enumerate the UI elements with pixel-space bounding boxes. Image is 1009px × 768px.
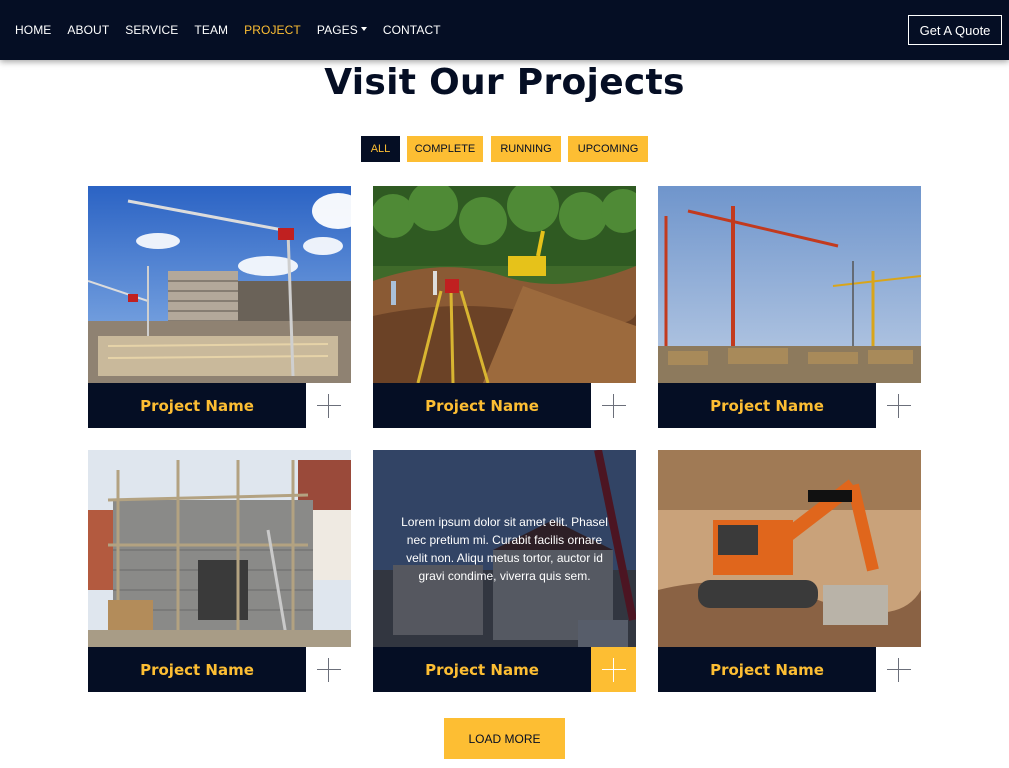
project-name: Project Name	[140, 396, 254, 415]
nav-link-project[interactable]: PROJECT	[244, 23, 301, 37]
nav-link-contact[interactable]: CONTACT	[383, 23, 441, 37]
load-more-button[interactable]: Load More	[444, 718, 565, 759]
project-image	[88, 186, 351, 383]
expand-button[interactable]	[591, 383, 636, 428]
nav-link-team[interactable]: TEAM	[194, 23, 228, 37]
project-card[interactable]: Project Name	[88, 186, 351, 428]
chevron-down-icon	[360, 26, 367, 31]
project-name: Project Name	[425, 396, 539, 415]
plus-icon	[316, 393, 341, 418]
expand-button[interactable]	[591, 647, 636, 692]
project-image: Lorem ipsum dolor sit amet elit. Phasel …	[373, 450, 636, 647]
section-title: Visit Our Projects	[324, 62, 685, 103]
project-description: Lorem ipsum dolor sit amet elit. Phasel …	[401, 514, 608, 583]
nav-link-pages[interactable]: PAGES	[317, 23, 367, 37]
project-name-bar: Project Name	[373, 383, 591, 428]
filter-running[interactable]: RUNNING	[491, 136, 561, 162]
project-image	[658, 186, 921, 383]
filter-upcoming[interactable]: UPCOMING	[568, 136, 648, 162]
plus-icon	[886, 657, 911, 682]
plus-icon	[601, 393, 626, 418]
get-quote-button[interactable]: Get A Quote	[908, 15, 1002, 45]
project-card[interactable]: Lorem ipsum dolor sit amet elit. Phasel …	[373, 450, 636, 692]
plus-icon	[601, 657, 626, 682]
project-image	[88, 450, 351, 647]
expand-button[interactable]	[306, 647, 351, 692]
project-card[interactable]: Project Name	[373, 186, 636, 428]
nav-link-pages-label: PAGES	[316, 23, 358, 37]
expand-button[interactable]	[876, 383, 921, 428]
project-name-bar: Project Name	[658, 383, 876, 428]
filter-complete[interactable]: COMPLETE	[407, 136, 483, 162]
navbar: HOME ABOUT SERVICE TEAM PROJECT PAGES CO…	[0, 0, 1009, 60]
project-card[interactable]: Project Name	[658, 450, 921, 692]
nav-link-about[interactable]: ABOUT	[67, 23, 109, 37]
nav-link-service[interactable]: SERVICE	[125, 23, 178, 37]
filter-all[interactable]: ALL	[361, 136, 400, 162]
nav-links: HOME ABOUT SERVICE TEAM PROJECT PAGES CO…	[15, 0, 457, 60]
project-card[interactable]: Project Name	[88, 450, 351, 692]
nav-link-home[interactable]: HOME	[15, 23, 51, 37]
project-name: Project Name	[710, 396, 824, 415]
project-name: Project Name	[710, 660, 824, 679]
project-name-bar: Project Name	[658, 647, 876, 692]
project-overlay: Lorem ipsum dolor sit amet elit. Phasel …	[373, 450, 636, 647]
project-name: Project Name	[140, 660, 254, 679]
project-image	[658, 450, 921, 647]
plus-icon	[886, 393, 911, 418]
project-card[interactable]: Project Name	[658, 186, 921, 428]
project-name-bar: Project Name	[88, 383, 306, 428]
expand-button[interactable]	[876, 647, 921, 692]
project-name-bar: Project Name	[373, 647, 591, 692]
project-name: Project Name	[425, 660, 539, 679]
plus-icon	[316, 657, 341, 682]
project-name-bar: Project Name	[88, 647, 306, 692]
project-image	[373, 186, 636, 383]
expand-button[interactable]	[306, 383, 351, 428]
